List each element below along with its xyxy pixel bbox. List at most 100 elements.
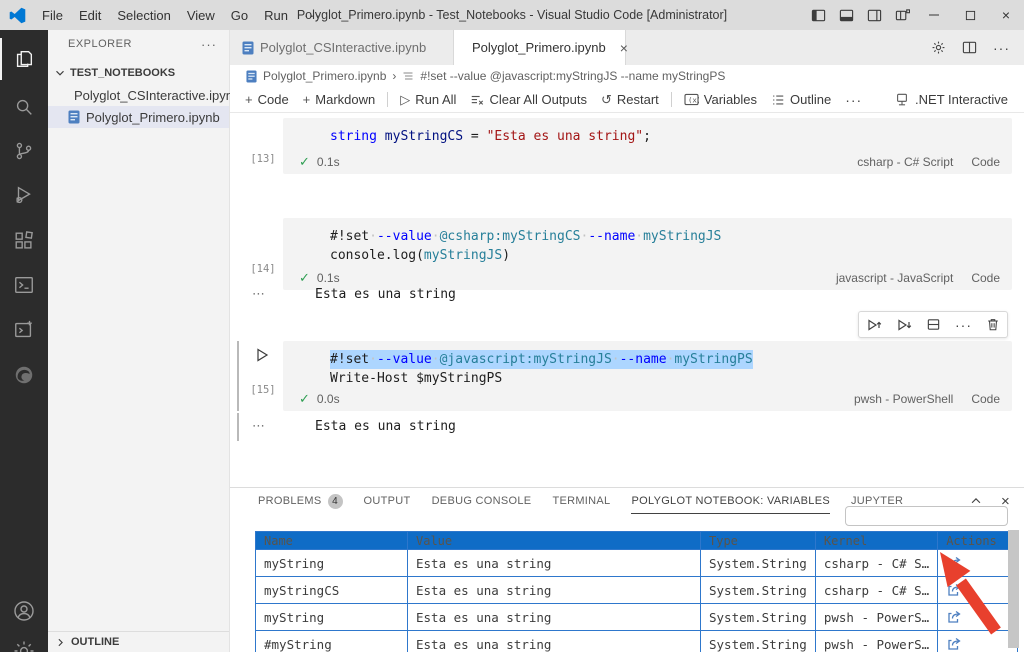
output-collapse-button[interactable]: ⋯: [252, 418, 272, 434]
kernel-indicator[interactable]: .NET Interactive: [895, 92, 1024, 107]
cell-kernel-picker[interactable]: csharp - C# Script: [857, 155, 953, 169]
outline-button[interactable]: Outline: [764, 89, 838, 111]
split-cell-icon[interactable]: [926, 317, 941, 332]
run-and-debug-icon[interactable]: [0, 174, 48, 216]
table-row[interactable]: #myString Esta es una string System.Stri…: [256, 631, 1018, 652]
share-variable-icon[interactable]: [946, 609, 1009, 625]
file-item-primero[interactable]: Polyglot_Primero.ipynb: [48, 106, 229, 128]
bottom-panel: PROBLEMS 4 OUTPUT DEBUG CONSOLE TERMINAL…: [230, 487, 1024, 652]
table-row[interactable]: myStringCS Esta es una string System.Str…: [256, 577, 1018, 604]
column-header-name[interactable]: Name: [256, 532, 408, 550]
add-code-cell-button[interactable]: +Code: [238, 89, 296, 111]
problems-count-badge: 4: [328, 494, 343, 509]
breadcrumb-file[interactable]: Polyglot_Primero.ipynb: [263, 69, 386, 83]
panel-tab-problems[interactable]: PROBLEMS 4: [258, 488, 343, 514]
clear-all-outputs-button[interactable]: Clear All Outputs: [463, 89, 594, 111]
file-name: Polyglot_CSInteractive.ipynb: [74, 88, 240, 103]
panel-tab-output[interactable]: OUTPUT: [364, 488, 411, 514]
maximize-button[interactable]: [952, 0, 988, 30]
share-variable-icon[interactable]: [946, 636, 1009, 652]
customize-layout-icon[interactable]: [888, 0, 916, 30]
tab-csinteractive[interactable]: Polyglot_CSInteractive.ipynb: [230, 30, 454, 65]
column-header-value[interactable]: Value: [408, 532, 701, 550]
minimize-button[interactable]: [916, 0, 952, 30]
toolbar-more-actions[interactable]: ···: [838, 89, 869, 111]
code-line-selected[interactable]: #!set·--value·@javascript:myStringJS·--n…: [330, 350, 753, 369]
cell-language-picker[interactable]: Code: [971, 155, 1000, 169]
panel-scrollbar[interactable]: [1008, 530, 1019, 648]
table-row[interactable]: myString Esta es una string System.Strin…: [256, 550, 1018, 577]
run-cell-button[interactable]: [254, 347, 270, 363]
breadcrumb[interactable]: Polyglot_Primero.ipynb › #!set --value @…: [230, 65, 1024, 87]
remote-terminal-icon[interactable]: [0, 264, 48, 306]
search-icon[interactable]: [0, 86, 48, 128]
code-line[interactable]: console.log(myStringJS): [330, 246, 1012, 265]
edge-browser-icon[interactable]: [0, 354, 48, 396]
cell-language-picker[interactable]: Code: [971, 271, 1000, 285]
breadcrumb-cell[interactable]: #!set --value @javascript:myStringJS --n…: [420, 69, 725, 83]
column-header-kernel[interactable]: Kernel: [815, 532, 937, 550]
toggle-panel-icon[interactable]: [832, 0, 860, 30]
accounts-icon[interactable]: [0, 590, 48, 632]
code-line[interactable]: string myStringCS = "Esta es una string"…: [330, 127, 1012, 146]
execution-count: [13]: [246, 153, 280, 165]
workspace-folder[interactable]: TEST_NOTEBOOKS: [48, 62, 229, 84]
variable-type: System.String: [701, 631, 816, 652]
variables-button[interactable]: (x) Variables: [677, 89, 764, 111]
explorer-icon[interactable]: [0, 38, 48, 80]
panel-tab-terminal[interactable]: TERMINAL: [552, 488, 610, 514]
menu-view[interactable]: View: [179, 0, 223, 30]
split-editor-icon[interactable]: [962, 40, 977, 55]
code-line[interactable]: Write-Host $myStringPS: [330, 369, 1012, 388]
cell-kernel-picker[interactable]: javascript - JavaScript: [836, 271, 953, 285]
outline-section-header[interactable]: OUTLINE: [48, 631, 229, 652]
restart-kernel-button[interactable]: ↺Restart: [594, 89, 666, 111]
share-variable-icon[interactable]: [946, 582, 1009, 598]
toggle-sidebar-icon[interactable]: [804, 0, 832, 30]
toggle-secondary-sidebar-icon[interactable]: [860, 0, 888, 30]
extensions-icon[interactable]: [0, 220, 48, 262]
settings-gear-icon[interactable]: [0, 630, 48, 652]
menu-selection[interactable]: Selection: [109, 0, 178, 30]
explorer-more-actions[interactable]: ···: [201, 37, 217, 52]
close-tab-icon[interactable]: ×: [620, 40, 628, 56]
file-item-csinteractive[interactable]: Polyglot_CSInteractive.ipynb: [48, 84, 229, 106]
delete-cell-icon[interactable]: [986, 317, 1000, 332]
notebook-cell-15[interactable]: #!set·--value·@javascript:myStringJS·--n…: [283, 341, 1012, 411]
notebook-cell-14[interactable]: #!set·--value·@csharp:myStringCS·--name·…: [283, 218, 1012, 290]
notebook-cell-13[interactable]: string myStringCS = "Esta es una string"…: [283, 118, 1012, 174]
menu-go[interactable]: Go: [223, 0, 256, 30]
variables-filter-input[interactable]: [845, 506, 1008, 526]
code-line[interactable]: #!set·--value·@csharp:myStringCS·--name·…: [330, 227, 1012, 246]
outline-icon: [771, 93, 785, 107]
polyglot-notebooks-icon[interactable]: [0, 309, 48, 351]
cell-language-picker[interactable]: Code: [971, 392, 1000, 406]
table-row[interactable]: myString Esta es una string System.Strin…: [256, 604, 1018, 631]
tab-primero[interactable]: Polyglot_Primero.ipynb ×: [454, 30, 626, 65]
close-window-button[interactable]: ×: [988, 0, 1024, 30]
execute-above-icon[interactable]: [866, 317, 882, 333]
symbol-list-icon: [402, 70, 414, 82]
column-header-type[interactable]: Type: [701, 532, 816, 550]
variable-value: Esta es una string: [408, 550, 701, 577]
menu-edit[interactable]: Edit: [71, 0, 109, 30]
run-all-button[interactable]: ▷Run All: [393, 89, 463, 111]
editor-more-actions-icon[interactable]: ···: [993, 40, 1010, 56]
editor-settings-gear-icon[interactable]: [931, 40, 946, 55]
panel-tab-debug-console[interactable]: DEBUG CONSOLE: [432, 488, 532, 514]
output-collapse-button[interactable]: ⋯: [252, 286, 272, 302]
add-markdown-cell-button[interactable]: +Markdown: [296, 89, 383, 111]
share-variable-icon[interactable]: [946, 555, 1009, 571]
source-control-icon[interactable]: [0, 130, 48, 172]
panel-tab-polyglot-variables[interactable]: POLYGLOT NOTEBOOK: VARIABLES: [631, 488, 830, 514]
cell-output-15: ⋯ Esta es una string: [252, 415, 456, 437]
cell-kernel-picker[interactable]: pwsh - PowerShell: [854, 392, 953, 406]
menu-run[interactable]: Run: [256, 0, 296, 30]
plus-icon: +: [245, 92, 253, 107]
menu-file[interactable]: File: [34, 0, 71, 30]
execute-below-icon[interactable]: [896, 317, 912, 333]
column-header-actions[interactable]: Actions: [938, 532, 1018, 550]
output-text: Esta es una string: [315, 287, 456, 302]
cell-more-actions-icon[interactable]: ···: [955, 317, 972, 333]
notebook-file-icon: [68, 110, 80, 124]
